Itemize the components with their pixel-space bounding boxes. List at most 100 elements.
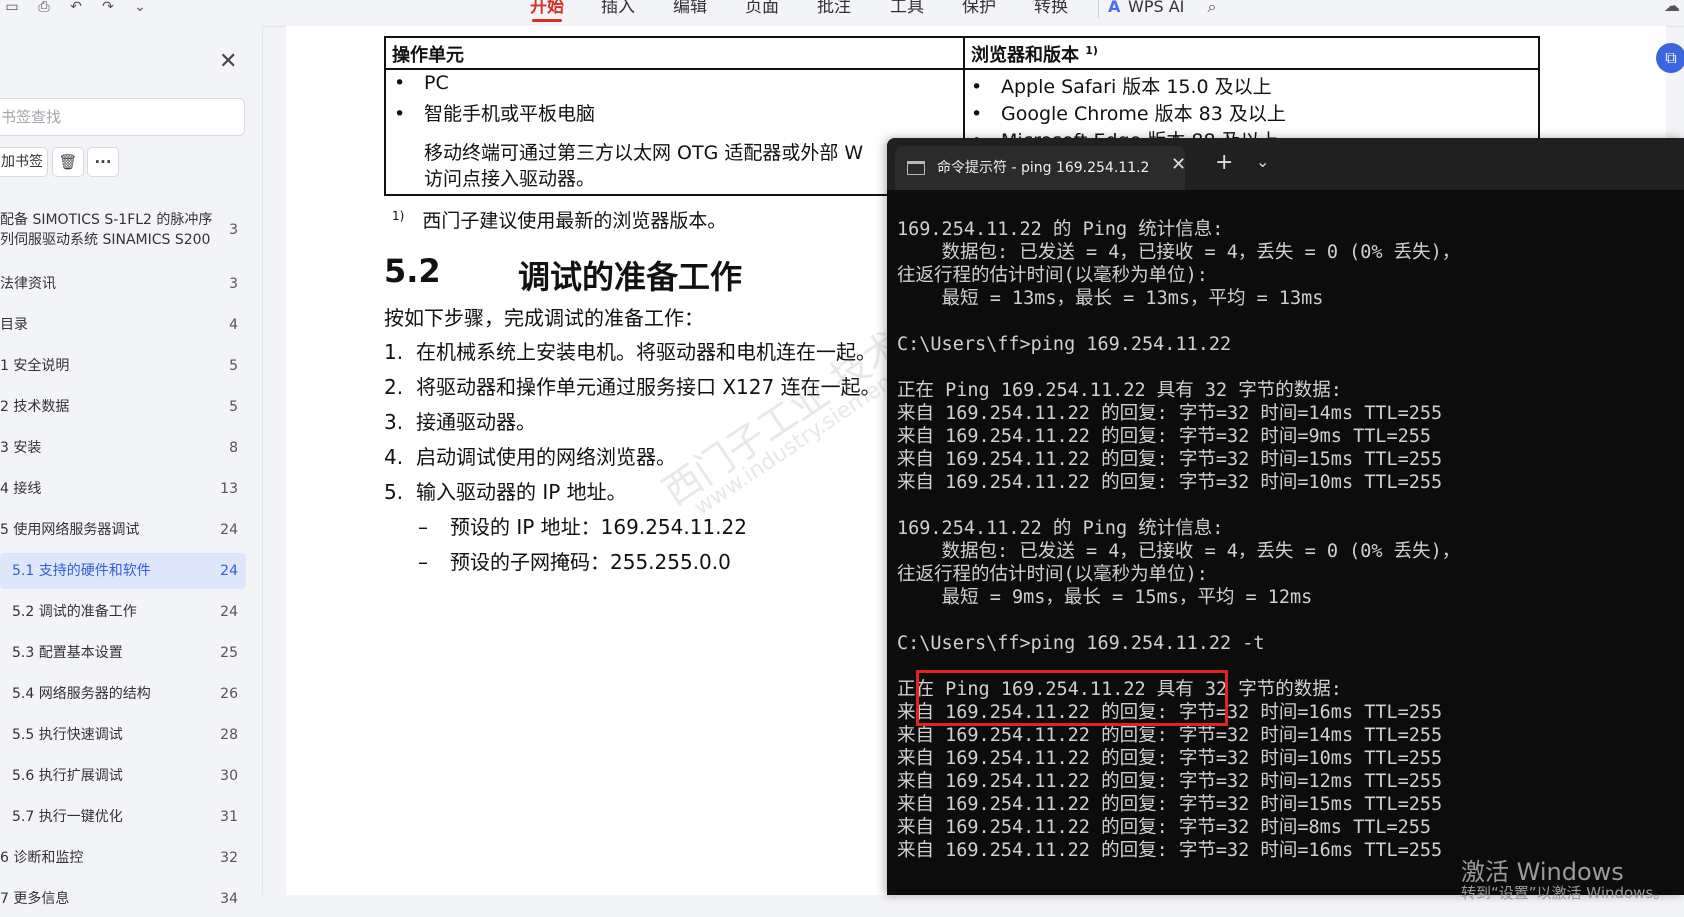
table-cell-text: 智能手机或平板电脑: [424, 103, 596, 125]
table-cell-text: 访问点接入驱动器。: [424, 168, 596, 190]
bookmark-item[interactable]: 7 更多信息 34: [0, 881, 246, 917]
step-text: 接通驱动器。: [416, 410, 536, 434]
step-text: 输入驱动器的 IP 地址。: [416, 480, 627, 504]
bookmark-item[interactable]: 1 安全说明 5: [0, 348, 246, 384]
print-icon[interactable]: ⎙: [34, 0, 54, 16]
table-cell-text: PC: [424, 72, 449, 94]
more-icon: ···: [94, 153, 112, 171]
terminal-line: 来自 169.254.11.22 的回复: 字节=32 时间=10ms TTL=…: [897, 748, 1443, 769]
close-icon[interactable]: ✕: [219, 51, 237, 73]
menu-edit[interactable]: 编辑: [673, 0, 707, 18]
bookmark-item[interactable]: 5 使用网络服务器调试 24: [0, 512, 246, 548]
terminal-tab[interactable]: 命令提示符 - ping 169.254.11.22 -t ✕: [895, 146, 1186, 190]
terminal-line: 最短 = 13ms，最长 = 13ms，平均 = 13ms: [897, 288, 1324, 309]
bookmark-label: 5.2 调试的准备工作: [12, 604, 137, 620]
bookmark-item-active[interactable]: 5.1 支持的硬件和软件 24: [0, 553, 246, 589]
terminal-tab-bar: 命令提示符 - ping 169.254.11.22 -t ✕ + ⌄: [887, 138, 1684, 190]
bookmark-page: 32: [220, 850, 238, 866]
table-header: [386, 38, 1538, 70]
side-tool-icon[interactable]: ⧉: [1656, 43, 1684, 73]
close-tab-icon[interactable]: ✕: [1171, 154, 1186, 175]
bookmark-label: 1 安全说明: [0, 358, 70, 374]
step-number: 3.: [384, 410, 404, 434]
wps-ai-button[interactable]: A WPS AI: [1108, 0, 1184, 18]
table-header-cell: 浏览器和版本 1): [971, 41, 1098, 67]
command-prompt-window[interactable]: 命令提示符 - ping 169.254.11.22 -t ✕ + ⌄ 169.…: [887, 138, 1684, 895]
bookmark-item[interactable]: 5.4 网络服务器的结构 26: [0, 676, 246, 712]
bookmark-item[interactable]: 5.6 执行扩展调试 30: [0, 758, 246, 794]
terminal-line: 最短 = 9ms，最长 = 15ms，平均 = 12ms: [897, 587, 1313, 608]
bookmark-page: 24: [220, 522, 238, 538]
bookmark-page: 5: [229, 399, 238, 415]
delete-bookmark-button[interactable]: 🗑: [52, 147, 84, 177]
substep-item: – 预设的 IP 地址：169.254.11.22: [418, 511, 747, 540]
bookmark-item[interactable]: 2 技术数据 5: [0, 389, 246, 425]
redo-icon[interactable]: ↷: [98, 0, 118, 16]
chevron-down-icon[interactable]: ⌄: [1256, 152, 1269, 171]
search-icon[interactable]: ⌕: [1202, 0, 1222, 16]
substep-dash: –: [418, 550, 428, 574]
menu-convert[interactable]: 转换: [1034, 0, 1068, 18]
activate-windows-hint: 转到“设置”以激活 Windows。: [1461, 884, 1669, 902]
step-item: 1. 在机械系统上安装电机。将驱动器和电机连在一起。: [384, 336, 876, 365]
terminal-icon: [907, 161, 925, 175]
terminal-output[interactable]: 169.254.11.22 的 Ping 统计信息: 数据包: 已发送 = 4，…: [897, 218, 1684, 862]
chevron-down-icon[interactable]: ⌄: [130, 0, 150, 16]
footnote-text: 西门子建议使用最新的浏览器版本。: [422, 210, 727, 232]
menu-start[interactable]: 开始: [530, 0, 564, 22]
bookmark-item[interactable]: 6 诊断和监控 32: [0, 840, 246, 876]
undo-icon[interactable]: ↶: [66, 0, 86, 16]
menu-page[interactable]: 页面: [745, 0, 779, 18]
bookmark-label: 6 诊断和监控: [0, 850, 84, 866]
bookmark-page: 4: [229, 317, 238, 333]
bookmark-item[interactable]: 目录 4: [0, 307, 246, 343]
bookmark-page: 3: [229, 222, 238, 238]
bookmark-page: 24: [220, 604, 238, 620]
bookmark-page: 30: [220, 768, 238, 784]
bookmark-item[interactable]: 法律资讯 3: [0, 266, 246, 302]
bookmark-sidebar: ✕ 书签查找 加书签 🗑 ··· 配备 SIMOTICS S-1FL2 的脉冲序…: [0, 26, 263, 907]
save-icon[interactable]: ▭: [2, 0, 22, 16]
menu-protect[interactable]: 保护: [962, 0, 996, 18]
bookmark-item[interactable]: 5.7 执行一键优化 31: [0, 799, 246, 835]
cloud-icon[interactable]: ☁: [1664, 0, 1680, 15]
add-bookmark-button[interactable]: 加书签: [0, 147, 48, 177]
terminal-line: 169.254.11.22 的 Ping 统计信息:: [897, 518, 1224, 539]
terminal-line: 往返行程的估计时间(以毫秒为单位):: [897, 265, 1208, 286]
new-tab-icon[interactable]: +: [1215, 150, 1233, 175]
bookmark-item[interactable]: 5.5 执行快速调试 28: [0, 717, 246, 753]
toolbar-divider: [1098, 0, 1099, 18]
table-cell-text: Apple Safari 版本 15.0 及以上: [1001, 76, 1272, 98]
terminal-line: 来自 169.254.11.22 的回复: 字节=32 时间=14ms TTL=…: [897, 403, 1443, 424]
bookmark-item[interactable]: 5.3 配置基本设置 25: [0, 635, 246, 671]
menu-tools[interactable]: 工具: [890, 0, 924, 18]
bookmark-item[interactable]: 3 安装 8: [0, 430, 246, 466]
terminal-line: C:\Users\ff>ping 169.254.11.22: [897, 334, 1232, 355]
bookmark-label: 4 接线: [0, 481, 42, 497]
bookmark-item[interactable]: 4 接线 13: [0, 471, 246, 507]
wps-ai-logo-icon: A: [1108, 0, 1121, 16]
bookmark-page: 5: [229, 358, 238, 374]
terminal-line: 数据包: 已发送 = 4，已接收 = 4，丢失 = 0 (0% 丢失)，: [897, 541, 1461, 562]
step-item: 5. 输入驱动器的 IP 地址。: [384, 476, 627, 505]
step-number: 2.: [384, 375, 404, 399]
terminal-line: 来自 169.254.11.22 的回复: 字节=32 时间=8ms TTL=2…: [897, 817, 1432, 838]
more-options-button[interactable]: ···: [87, 147, 119, 177]
table-footnote: 1) 西门子建议使用最新的浏览器版本。: [392, 206, 726, 233]
bookmark-label: 5 使用网络服务器调试: [0, 522, 140, 538]
bookmark-item[interactable]: 配备 SIMOTICS S-1FL2 的脉冲序列伺服驱动系统 SINAMICS …: [0, 206, 246, 254]
menu-comment[interactable]: 批注: [817, 0, 851, 18]
step-text: 将驱动器和操作单元通过服务接口 X127 连在一起。: [416, 375, 881, 399]
bookmark-label: 5.4 网络服务器的结构: [12, 686, 151, 702]
bookmark-search-input[interactable]: 书签查找: [0, 98, 245, 136]
terminal-line: C:\Users\ff>ping 169.254.11.22 -t: [897, 633, 1265, 654]
table-cell: • Apple Safari 版本 15.0 及以上: [971, 76, 1272, 98]
bookmark-page: 31: [220, 809, 238, 825]
bookmark-item[interactable]: 5.2 调试的准备工作 24: [0, 594, 246, 630]
bookmark-page: 28: [220, 727, 238, 743]
bookmark-page: 3: [229, 276, 238, 292]
menu-insert[interactable]: 插入: [601, 0, 635, 18]
